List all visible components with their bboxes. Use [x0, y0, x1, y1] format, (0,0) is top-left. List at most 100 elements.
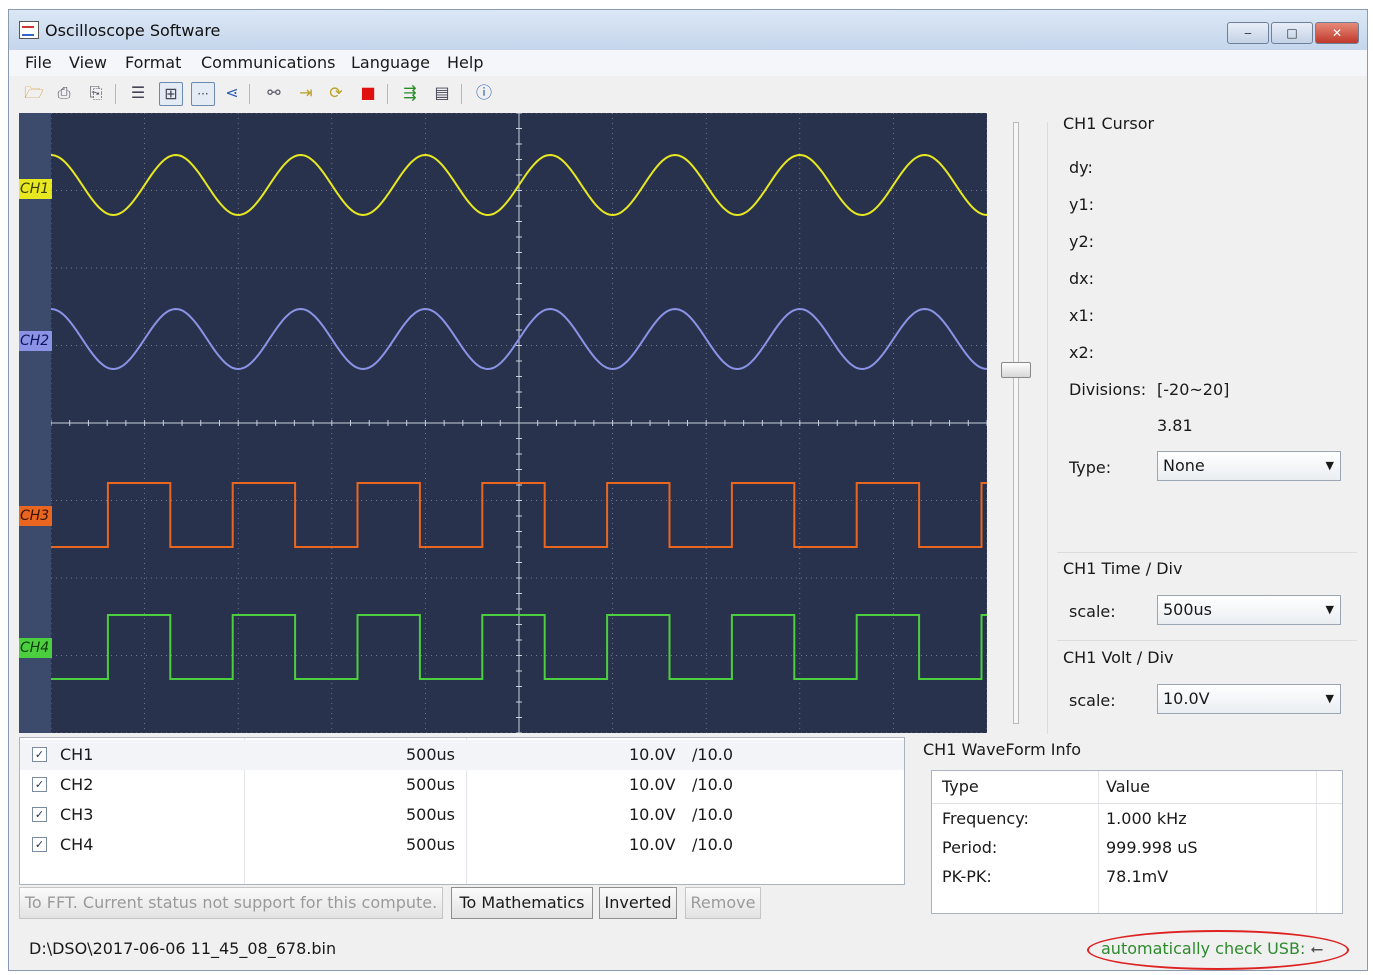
channel-name: CH4	[60, 835, 94, 854]
menu-format[interactable]: Format	[125, 53, 181, 72]
header-type: Type	[942, 777, 979, 796]
channel-probe: /10.0	[692, 745, 734, 764]
export-icon[interactable]: ⇶	[399, 82, 421, 104]
channel-probe: /10.0	[692, 775, 734, 794]
scope-display[interactable]: CH1 CH2 CH3 CH4	[19, 113, 987, 733]
vertical-offset-slider[interactable]	[1001, 122, 1031, 724]
channel-row[interactable]: ✓ CH3 500us 10.0V /10.0	[20, 800, 904, 830]
ch1-label: CH1	[19, 179, 52, 199]
channel-time: 500us	[406, 835, 456, 854]
channel-volt: 10.0V	[629, 835, 676, 854]
channel-row[interactable]: ✓ CH4 500us 10.0V /10.0	[20, 830, 904, 860]
channel-row[interactable]: ✓ CH2 500us 10.0V /10.0	[20, 770, 904, 800]
help-icon[interactable]: ⓘ	[473, 82, 495, 104]
dx-label: dx:	[1069, 269, 1095, 288]
volt-div-title: CH1 Volt / Div	[1063, 648, 1174, 667]
menu-communications[interactable]: Communications	[201, 53, 335, 72]
ch2-label: CH2	[19, 331, 52, 351]
open-icon[interactable]: 🗁	[23, 82, 45, 104]
remove-button[interactable]: Remove	[685, 887, 761, 919]
period-label: Period:	[942, 838, 998, 857]
ch3-label: CH3	[19, 506, 52, 526]
volt-scale-select[interactable]: 10.0V ▼	[1157, 684, 1341, 714]
channel-probe: /10.0	[692, 805, 734, 824]
menu-bar: File View Format Communications Language…	[9, 50, 1367, 76]
frequency-value: 1.000 kHz	[1106, 809, 1187, 828]
maximize-button[interactable]: □	[1271, 22, 1313, 44]
cursor-group-title: CH1 Cursor	[1063, 114, 1155, 133]
ch4-label: CH4	[19, 638, 52, 658]
menu-help[interactable]: Help	[447, 53, 483, 72]
status-bar: D:\DSO\2017-06-06 11_45_08_678.bin autom…	[9, 930, 1367, 970]
slider-thumb[interactable]	[1001, 362, 1031, 378]
channel-name: CH1	[60, 745, 94, 764]
waveform-info-title: CH1 WaveForm Info	[923, 740, 1082, 759]
menu-view[interactable]: View	[69, 53, 107, 72]
channel-time: 500us	[406, 745, 456, 764]
divisions-label: Divisions:	[1069, 380, 1147, 399]
channel-time: 500us	[406, 805, 456, 824]
list-icon[interactable]: ☰	[127, 82, 149, 104]
y1-label: y1:	[1069, 195, 1095, 214]
app-icon	[19, 21, 39, 39]
chevron-down-icon: ▼	[1325, 603, 1334, 616]
volt-scale-label: scale:	[1069, 691, 1116, 710]
x2-label: x2:	[1069, 343, 1095, 362]
title-bar: Oscilloscope Software ‒ □ ✕	[9, 10, 1367, 50]
inverted-button[interactable]: Inverted	[599, 887, 677, 919]
channel-time: 500us	[406, 775, 456, 794]
ch1-checkbox[interactable]: ✓	[32, 747, 47, 762]
channel-row[interactable]: ✓ CH1 500us 10.0V /10.0	[20, 740, 904, 770]
to-mathematics-button[interactable]: To Mathematics	[451, 887, 593, 919]
dy-label: dy:	[1069, 158, 1093, 177]
type-label: Type:	[1069, 458, 1112, 477]
volt-scale-value: 10.0V	[1163, 689, 1210, 708]
period-value: 999.998 uS	[1106, 838, 1198, 857]
dots-icon[interactable]: ···	[191, 82, 215, 106]
waveform-plot	[51, 113, 987, 733]
print-icon[interactable]: ⎙	[53, 82, 75, 104]
run-icon[interactable]: ⟳	[325, 82, 347, 104]
minimize-button[interactable]: ‒	[1227, 22, 1269, 44]
table-header: Type Value	[932, 771, 1342, 804]
stop-icon[interactable]: ■	[357, 82, 379, 104]
channel-volt: 10.0V	[629, 805, 676, 824]
time-scale-select[interactable]: 500us ▼	[1157, 595, 1341, 625]
divisions-range: [-20~20]	[1157, 380, 1230, 399]
y2-label: y2:	[1069, 232, 1095, 251]
channel-name: CH3	[60, 805, 94, 824]
time-scale-label: scale:	[1069, 602, 1116, 621]
time-scale-value: 500us	[1163, 600, 1213, 619]
grid-icon[interactable]: ⊞	[159, 82, 183, 106]
toolbar: 🗁 ⎙ ⎘ ☰ ⊞ ··· ⋖ ⚯ ⇥ ⟳ ■ ⇶ ▤ ⓘ	[9, 78, 1367, 110]
ch4-checkbox[interactable]: ✓	[32, 837, 47, 852]
channel-probe: /10.0	[692, 835, 734, 854]
app-window: Oscilloscope Software ‒ □ ✕ File View Fo…	[8, 9, 1368, 971]
channel-volt: 10.0V	[629, 745, 676, 764]
menu-language[interactable]: Language	[351, 53, 430, 72]
ch3-checkbox[interactable]: ✓	[32, 807, 47, 822]
fft-button[interactable]: To FFT. Current status not support for t…	[19, 887, 443, 919]
file-path: D:\DSO\2017-06-06 11_45_08_678.bin	[29, 939, 337, 958]
channel-name: CH2	[60, 775, 94, 794]
channel-list: ✓ CH1 500us 10.0V /10.0 ✓ CH2 500us 10.0…	[19, 737, 905, 885]
connect-icon[interactable]: ⚯	[263, 82, 285, 104]
cursor-icon[interactable]: ⋖	[221, 82, 243, 104]
cursor-type-select[interactable]: None ▼	[1157, 451, 1341, 481]
x1-label: x1:	[1069, 306, 1095, 325]
cursor-type-value: None	[1163, 456, 1205, 475]
time-div-title: CH1 Time / Div	[1063, 559, 1183, 578]
window-title: Oscilloscope Software	[45, 21, 221, 40]
chevron-down-icon: ▼	[1325, 459, 1334, 472]
pkpk-value: 78.1mV	[1106, 867, 1169, 886]
display-icon[interactable]: ▤	[431, 82, 453, 104]
print-preview-icon[interactable]: ⎘	[85, 82, 107, 104]
pkpk-label: PK-PK:	[942, 867, 992, 886]
close-button[interactable]: ✕	[1315, 22, 1359, 44]
import-icon[interactable]: ⇥	[295, 82, 317, 104]
header-value: Value	[1106, 777, 1150, 796]
ch2-checkbox[interactable]: ✓	[32, 777, 47, 792]
menu-file[interactable]: File	[25, 53, 52, 72]
chevron-down-icon: ▼	[1325, 692, 1334, 705]
usb-status-text: automatically check USB:	[1101, 939, 1306, 958]
